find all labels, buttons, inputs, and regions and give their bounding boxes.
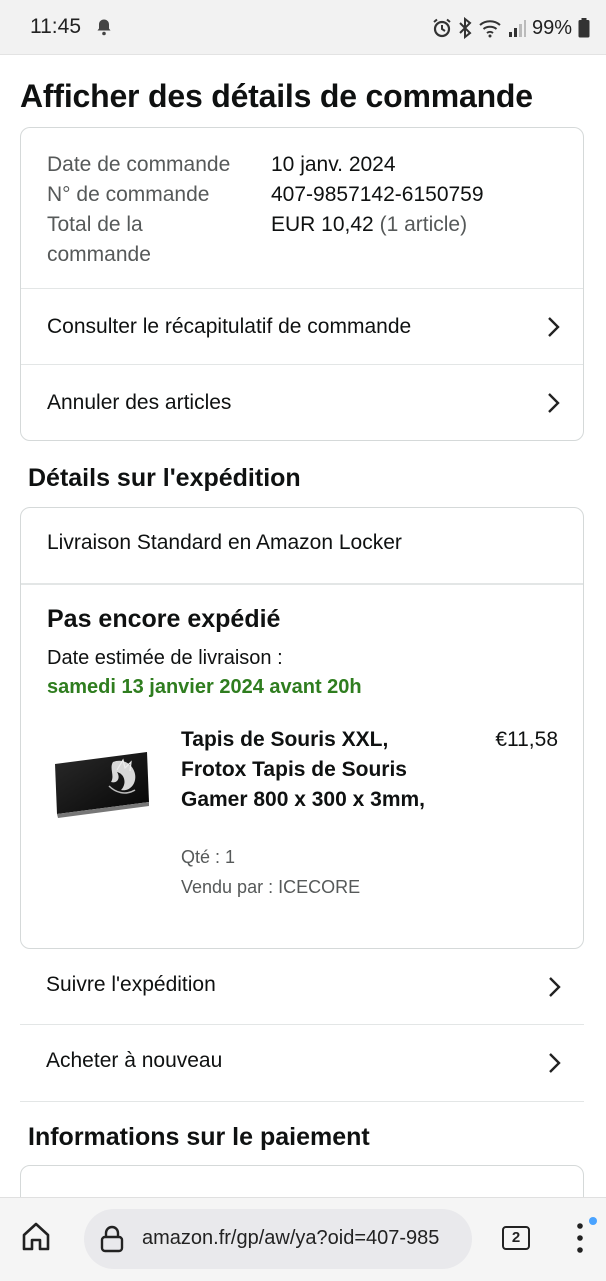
order-item-count: (1 article): [379, 213, 468, 236]
payment-section-title: Informations sur le paiement: [28, 1123, 370, 1151]
order-total-label-line2: commande: [47, 243, 151, 266]
shipping-section-title: Détails sur l'expédition: [28, 464, 301, 492]
track-shipment-label: Suivre l'expédition: [46, 973, 216, 996]
order-summary-card: Date de commande 10 janv. 2024 N° de com…: [20, 127, 584, 441]
order-total-value: EUR 10,42 (1 article): [271, 210, 467, 270]
home-icon[interactable]: [20, 1221, 52, 1253]
page-title: Afficher des détails de commande: [20, 78, 533, 114]
product-title[interactable]: Tapis de Souris XXL, Frotox Tapis de Sou…: [181, 725, 431, 815]
chevron-right-icon: [549, 1053, 561, 1073]
order-total-label-line1: Total de la: [47, 213, 143, 236]
shipment-status: Pas encore expédié: [47, 605, 281, 633]
cancel-items-link[interactable]: Annuler des articles: [21, 365, 583, 440]
battery-icon: [578, 18, 590, 38]
more-options-icon[interactable]: [570, 1220, 590, 1256]
order-number-value: 407-9857142-6150759: [271, 183, 484, 206]
estimated-delivery-label: Date estimée de livraison :: [47, 647, 283, 669]
lock-icon: [100, 1225, 124, 1253]
buy-again-label: Acheter à nouveau: [46, 1049, 223, 1072]
product-image[interactable]: [51, 744, 151, 826]
browser-bottom-bar: amazon.fr/gp/aw/ya?oid=407-985 2: [0, 1197, 606, 1281]
status-bar: 11:45 99%: [0, 0, 606, 55]
order-total-amount: EUR 10,42: [271, 213, 374, 236]
order-number-label: N° de commande: [47, 183, 210, 206]
bluetooth-icon: [459, 17, 472, 39]
order-total-label: Total de la commande: [47, 210, 271, 270]
alarm-icon: [433, 18, 451, 38]
order-date-label: Date de commande: [47, 153, 231, 176]
delivery-method: Livraison Standard en Amazon Locker: [47, 531, 402, 554]
status-time: 11:45: [30, 15, 81, 38]
product-quantity: Qté : 1: [181, 847, 236, 867]
chevron-right-icon: [549, 977, 561, 997]
divider: [21, 583, 583, 585]
url-text: amazon.fr/gp/aw/ya?oid=407-985: [142, 1227, 440, 1249]
divider: [20, 1101, 584, 1102]
cancel-items-label: Annuler des articles: [47, 390, 232, 414]
product-seller: Vendu par : ICECORE: [181, 877, 361, 897]
shipment-card: Livraison Standard en Amazon Locker Pas …: [20, 507, 584, 949]
status-icons: 99%: [432, 15, 590, 41]
chevron-right-icon: [548, 316, 560, 337]
notification-dot: [589, 1217, 597, 1225]
tab-switcher-button[interactable]: 2: [502, 1226, 530, 1250]
track-shipment-button[interactable]: Suivre l'expédition: [20, 949, 584, 1025]
order-date-value: 10 janv. 2024: [271, 153, 396, 176]
signal-icon: [508, 20, 526, 37]
view-order-summary-link[interactable]: Consulter le récapitulatif de commande: [21, 289, 583, 364]
chevron-right-icon: [548, 392, 560, 413]
view-order-summary-label: Consulter le récapitulatif de commande: [47, 314, 412, 338]
bell-icon: [97, 19, 111, 36]
product-price: €11,58: [495, 728, 558, 751]
address-bar[interactable]: amazon.fr/gp/aw/ya?oid=407-985: [84, 1209, 472, 1269]
buy-again-button[interactable]: Acheter à nouveau: [20, 1025, 584, 1101]
battery-percentage: 99%: [531, 16, 572, 39]
wifi-icon: [479, 20, 501, 38]
estimated-delivery-date: samedi 13 janvier 2024 avant 20h: [47, 676, 362, 698]
order-info: Date de commande 10 janv. 2024 N° de com…: [47, 150, 484, 270]
